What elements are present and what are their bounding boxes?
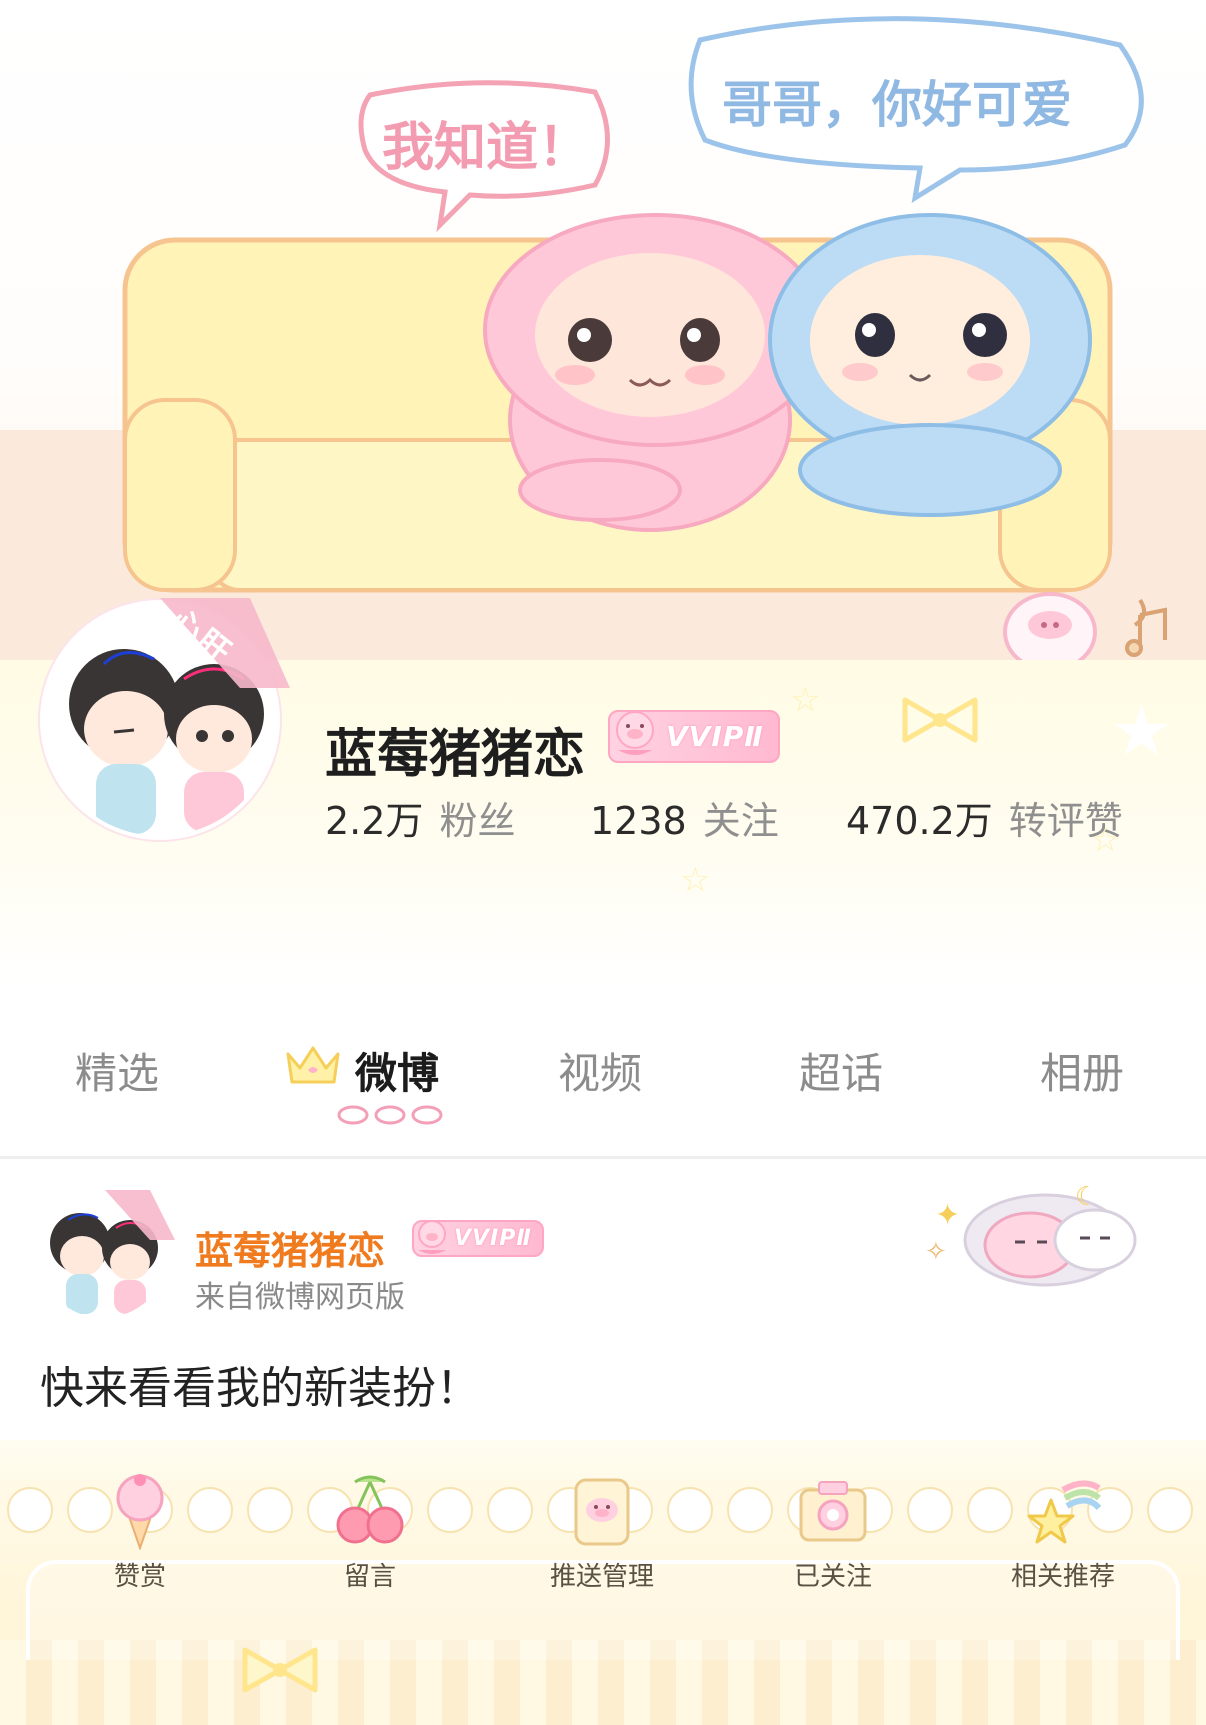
profile-username: 蓝莓猪猪恋 xyxy=(325,725,586,785)
blue-character-illustration xyxy=(768,213,1092,517)
tab-featured[interactable]: 精选 xyxy=(75,1040,159,1101)
sleeping-pets-sticker: ✦ ✧ ☾ xyxy=(925,1182,1137,1287)
push-management-label: 推送管理 xyxy=(549,1562,654,1592)
post-author-name[interactable]: 蓝莓猪猪恋 xyxy=(195,1220,385,1275)
active-tab-indicator xyxy=(337,1105,443,1125)
reward-button[interactable]: 赞赏 xyxy=(40,1470,240,1593)
vip-badge[interactable]: VVIPⅡ xyxy=(608,710,780,763)
star-decoration: ★ xyxy=(1110,690,1173,772)
followed-button[interactable]: 已关注 xyxy=(733,1470,933,1593)
comment-label: 留言 xyxy=(343,1562,396,1592)
push-management-button[interactable]: 推送管理 xyxy=(502,1470,702,1593)
stat-fans-value: 2.2万 xyxy=(325,799,424,843)
bow-decoration xyxy=(902,697,978,743)
profile-banner[interactable]: 我知道！ 哥哥，你好可爱 xyxy=(0,0,1206,660)
svg-text:我知道！: 我知道！ xyxy=(382,118,590,178)
tabs-divider xyxy=(0,1156,1206,1159)
svg-text:哥哥，你好可爱: 哥哥，你好可爱 xyxy=(722,76,1072,134)
star-decoration: ☆ xyxy=(790,680,821,720)
music-note-icon xyxy=(1125,598,1167,657)
camera-icon xyxy=(799,1481,867,1542)
related-recommend-label: 相关推荐 xyxy=(1010,1562,1115,1592)
cherry-icon xyxy=(336,1475,404,1544)
related-recommend-button[interactable]: 相关推荐 xyxy=(963,1470,1163,1593)
bow-decoration xyxy=(242,1647,318,1693)
speech-bubble-right: 哥哥，你好可爱 xyxy=(688,16,1144,204)
avatar-ribbon xyxy=(105,1190,175,1240)
rainbow-star-icon xyxy=(1027,1480,1102,1544)
stat-fans-label: 粉丝 xyxy=(439,799,516,843)
stat-interactions[interactable]: 470.2万 转评赞 xyxy=(846,790,1123,845)
tab-album[interactable]: 相册 xyxy=(1040,1040,1124,1101)
stat-following-label: 关注 xyxy=(702,799,779,843)
stat-interactions-value: 470.2万 xyxy=(846,799,993,843)
tab-super-topic[interactable]: 超话 xyxy=(799,1040,883,1101)
vip-badge[interactable]: VVIPⅡ xyxy=(412,1220,544,1257)
post-source: 来自微博网页版 xyxy=(195,1280,405,1315)
stat-following-value: 1238 xyxy=(590,799,687,843)
stat-fans[interactable]: 2.2万 粉丝 xyxy=(325,790,515,845)
crown-icon xyxy=(286,1046,340,1084)
pig-capsule-icon xyxy=(1003,592,1097,660)
pig-bag-icon xyxy=(574,1478,630,1546)
followed-label: 已关注 xyxy=(793,1562,872,1592)
pig-icon xyxy=(418,1220,446,1254)
stat-interactions-label: 转评赞 xyxy=(1008,799,1123,843)
tab-weibo[interactable]: 微博 xyxy=(355,1040,439,1101)
reward-label: 赞赏 xyxy=(113,1562,166,1592)
svg-text:✧: ✧ xyxy=(925,1237,947,1267)
post-text: 快来看看我的新装扮！ xyxy=(40,1363,480,1414)
svg-text:✦: ✦ xyxy=(935,1198,960,1233)
stat-following[interactable]: 1238 关注 xyxy=(590,790,779,845)
speech-bubble-left: 我知道！ xyxy=(358,80,610,233)
tab-video[interactable]: 视频 xyxy=(558,1040,642,1101)
comment-button[interactable]: 留言 xyxy=(270,1470,470,1593)
banner-illustration: 我知道！ 哥哥，你好可爱 xyxy=(122,16,1167,660)
svg-text:☾: ☾ xyxy=(1075,1182,1098,1212)
ice-cream-icon xyxy=(116,1474,164,1550)
pig-icon xyxy=(616,711,654,755)
star-decoration: ☆ xyxy=(680,860,711,900)
